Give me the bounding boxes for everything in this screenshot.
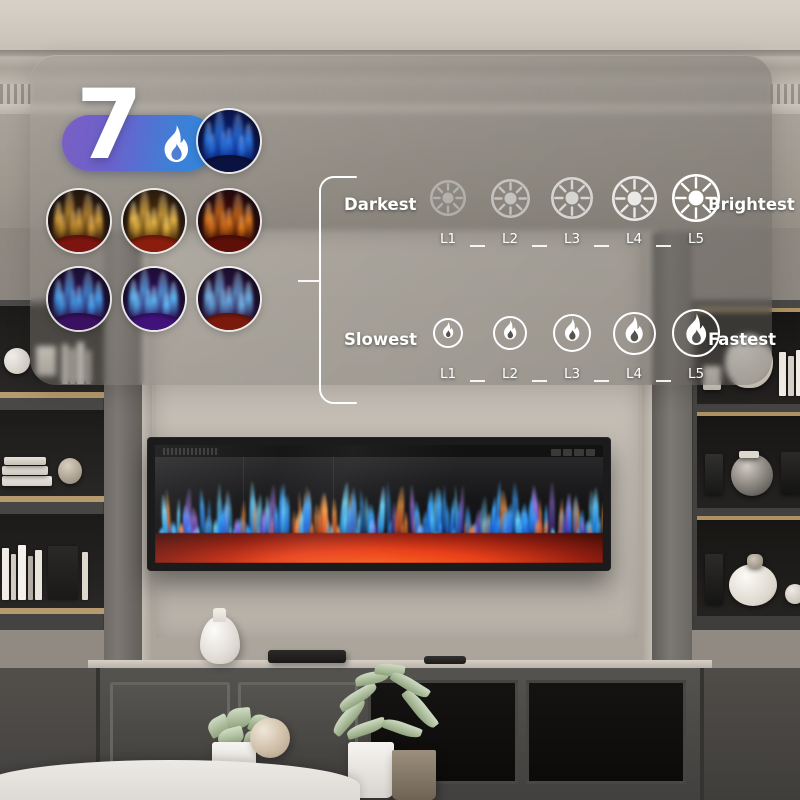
- swatch-flame-tongue: [169, 202, 178, 241]
- screenshot-stage: 7 Darkest Brightest L1 L2 L3 L4 L5 Slowe…: [0, 0, 800, 800]
- brightness-level-l4[interactable]: L4: [606, 173, 662, 269]
- sun-icon: [423, 173, 473, 223]
- fireplace-firebox: [155, 457, 603, 563]
- brightness-left-label: Darkest: [344, 195, 417, 214]
- feature-overlay-panel: 7 Darkest Brightest L1 L2 L3 L4 L5 Slowe…: [30, 55, 795, 404]
- swatch-flame-preview: [48, 190, 110, 252]
- speed-level-l1[interactable]: L1: [420, 308, 476, 404]
- flame-color-swatch-violet-blue[interactable]: [123, 268, 185, 330]
- brightness-level-l3[interactable]: L3: [544, 173, 600, 269]
- bookshelf-row: [0, 410, 108, 502]
- fireplace-button[interactable]: [574, 448, 584, 456]
- fireplace-button[interactable]: [562, 448, 572, 456]
- brightness-level-label: L3: [563, 231, 581, 247]
- white-vase: [200, 616, 240, 664]
- flame-icon-glyph: [501, 320, 519, 346]
- brightness-level-row: Darkest Brightest L1 L2 L3 L4 L5: [336, 173, 795, 269]
- speed-level-label: L4: [625, 366, 643, 382]
- swatch-flame-tongue: [94, 280, 103, 319]
- swatch-flame-tongue: [94, 202, 103, 241]
- white-vase-neck: [213, 608, 226, 622]
- brightness-level-l1[interactable]: L1: [420, 173, 476, 269]
- flame-icon: [671, 308, 721, 358]
- brightness-level-label: L5: [687, 231, 705, 247]
- plant-pot-large-secondary: [392, 750, 436, 800]
- flame-icon: [158, 125, 194, 165]
- sun-icon: [547, 173, 597, 223]
- speed-level-l5[interactable]: L5: [668, 308, 724, 404]
- fireplace-control-buttons[interactable]: [551, 448, 595, 456]
- swatch-flame-tongue: [244, 202, 253, 241]
- brightness-level-label: L2: [501, 231, 519, 247]
- remote-control-secondary: [424, 656, 466, 664]
- side-cabinet-right: [700, 668, 800, 800]
- speed-levels: L1 L2 L3 L4 L5: [420, 308, 720, 404]
- brightness-level-l5[interactable]: L5: [668, 173, 724, 269]
- console-open-cavity: [526, 680, 686, 784]
- flame-color-swatch-deep-blue[interactable]: [198, 110, 260, 172]
- bookshelf-row: [697, 412, 800, 508]
- bookshelf-row: [0, 514, 108, 614]
- bookshelf-row: [697, 516, 800, 616]
- flame-icon: [423, 308, 473, 358]
- swatch-flame-tongue: [169, 280, 178, 319]
- swatch-flame-preview: [123, 190, 185, 252]
- badge-count-number: 7: [76, 69, 143, 181]
- brightness-level-l2[interactable]: L2: [482, 173, 538, 269]
- swatch-flame-tongue: [244, 122, 253, 161]
- flame-icon-glyph: [682, 313, 711, 352]
- ember-bed: [155, 533, 603, 563]
- swatch-flame-preview: [123, 268, 185, 330]
- flame-color-swatch-blue-orange-mix[interactable]: [198, 268, 260, 330]
- flame-color-swatch-amber-gold[interactable]: [48, 190, 110, 252]
- swatch-flame-preview: [198, 268, 260, 330]
- bracket-lead-line: [298, 280, 320, 282]
- sun-icon: [671, 173, 721, 223]
- fireplace-button[interactable]: [585, 448, 595, 456]
- brightness-level-label: L1: [439, 231, 457, 247]
- flame-icon-glyph: [622, 315, 647, 351]
- speed-level-l3[interactable]: L3: [544, 308, 600, 404]
- brightness-level-label: L4: [625, 231, 643, 247]
- sun-icon: [609, 173, 659, 223]
- flame-color-swatch-ember-red[interactable]: [198, 190, 260, 252]
- speed-level-label: L1: [439, 366, 457, 382]
- flame-icon-glyph: [441, 321, 456, 345]
- decor-sphere: [250, 718, 290, 758]
- sun-icon: [485, 173, 535, 223]
- swatch-flame-preview: [198, 110, 260, 172]
- ceiling: [0, 0, 800, 56]
- speed-level-label: L3: [563, 366, 581, 382]
- speed-level-label: L2: [501, 366, 519, 382]
- flame-icon: [547, 308, 597, 358]
- brightness-levels: L1 L2 L3 L4 L5: [420, 173, 720, 269]
- fireplace-button[interactable]: [551, 448, 561, 456]
- remote-control: [268, 650, 346, 663]
- swatch-flame-preview: [48, 268, 110, 330]
- flame-icon-glyph: [562, 318, 583, 348]
- fireplace-vent-grille: [163, 448, 219, 455]
- speed-level-label: L5: [687, 366, 705, 382]
- swatch-flame-preview: [198, 190, 260, 252]
- flame-icon: [609, 308, 659, 358]
- speed-level-l4[interactable]: L4: [606, 308, 662, 404]
- speed-level-row: Slowest Fastest L1 L2 L3 L4 L5: [336, 308, 788, 404]
- electric-fireplace-unit: [148, 438, 610, 570]
- speed-left-label: Slowest: [344, 330, 418, 349]
- speed-level-l2[interactable]: L2: [482, 308, 538, 404]
- flame-icon: [485, 308, 535, 358]
- flame-color-swatch-bright-gold[interactable]: [123, 190, 185, 252]
- flame-color-swatch-blue-violet[interactable]: [48, 268, 110, 330]
- swatch-flame-tongue: [244, 280, 253, 319]
